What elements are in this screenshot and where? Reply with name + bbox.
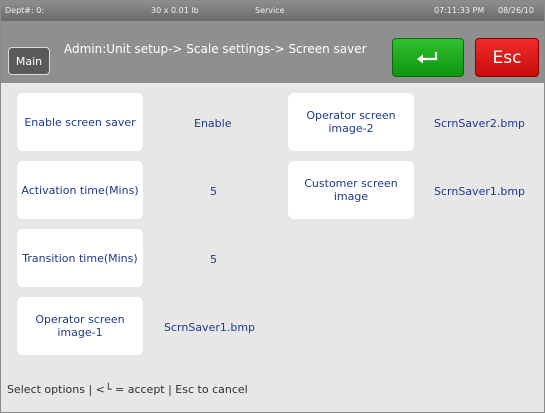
weight-readout: 30 x 0.01 lb [151, 6, 199, 15]
operator-image-1-value: ScrnSaver1.bmp [164, 321, 256, 334]
clock-date: 08/26/10 [498, 6, 534, 15]
mode-indicator: Service [255, 6, 285, 15]
screen-frame: Dept#: 0: 30 x 0.01 lb Service 07:11:33 … [0, 0, 545, 413]
enable-screen-saver-button[interactable]: Enable screen saver [17, 93, 143, 151]
enter-small-icon: └ [104, 383, 112, 396]
footer-hint: Select options | <└ = accept | Esc to ca… [7, 383, 248, 396]
operator-image-2-button[interactable]: Operator screen image-2 [288, 93, 414, 151]
header-bar: Main Admin:Unit setup-> Scale settings->… [1, 21, 544, 83]
footer-hint-suffix: = accept | Esc to cancel [111, 383, 248, 396]
activation-time-value: 5 [210, 185, 217, 198]
breadcrumb: Admin:Unit setup-> Scale settings-> Scre… [64, 42, 367, 56]
footer-hint-prefix: Select options | < [7, 383, 105, 396]
status-bar: Dept#: 0: 30 x 0.01 lb Service 07:11:33 … [1, 1, 544, 21]
clock-time: 07:11:33 PM [434, 6, 485, 15]
customer-image-value: ScrnSaver1.bmp [434, 185, 526, 198]
enable-screen-saver-value: Enable [194, 117, 232, 130]
operator-image-2-value: ScrnSaver2.bmp [434, 117, 526, 130]
accept-button[interactable] [392, 38, 464, 77]
main-button[interactable]: Main [8, 47, 50, 75]
transition-time-value: 5 [210, 253, 217, 266]
transition-time-button[interactable]: Transition time(Mins) [17, 229, 143, 287]
activation-time-button[interactable]: Activation time(Mins) [17, 161, 143, 219]
settings-panel: Enable screen saver Enable Activation ti… [1, 83, 544, 412]
enter-arrow-icon [417, 51, 438, 63]
customer-image-button[interactable]: Customer screen image [288, 161, 414, 219]
dept-indicator: Dept#: 0: [5, 6, 45, 15]
esc-button[interactable]: Esc [475, 38, 539, 77]
operator-image-1-button[interactable]: Operator screen image-1 [17, 297, 143, 355]
